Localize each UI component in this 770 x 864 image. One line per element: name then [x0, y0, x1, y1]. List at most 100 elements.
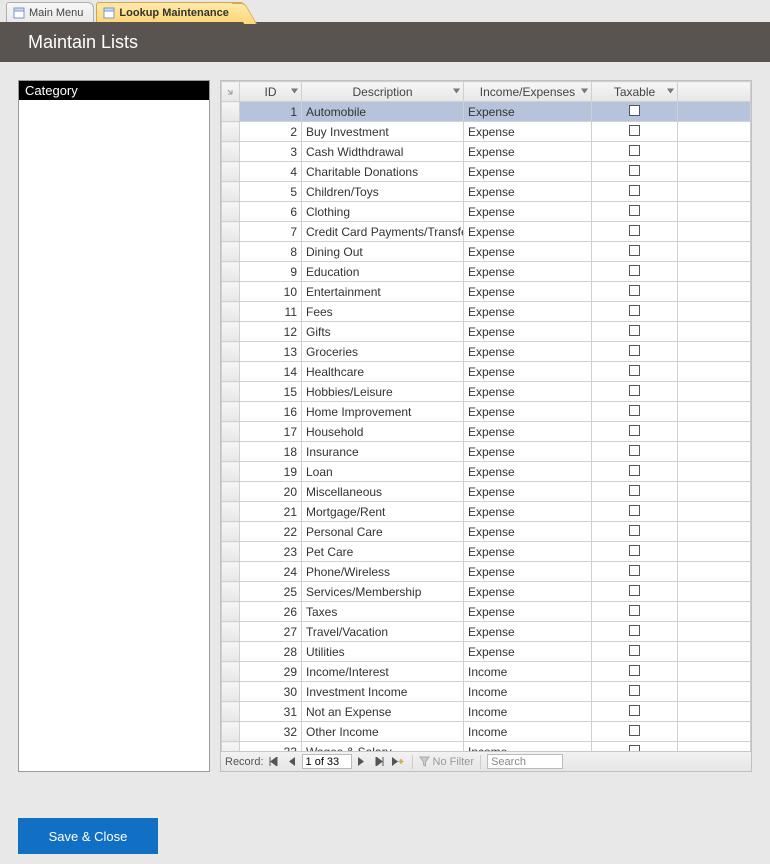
row-selector[interactable]	[222, 222, 240, 242]
column-header-income-expenses[interactable]: Income/Expenses	[464, 82, 592, 102]
table-row[interactable]: 2Buy InvestmentExpense	[222, 122, 751, 142]
row-selector[interactable]	[222, 662, 240, 682]
cell-id[interactable]: 10	[240, 282, 302, 302]
table-row[interactable]: 1AutomobileExpense	[222, 102, 751, 122]
cell-description[interactable]: Utilities	[302, 642, 464, 662]
cell-description[interactable]: Fees	[302, 302, 464, 322]
cell-taxable[interactable]	[592, 682, 678, 702]
row-selector-header[interactable]	[222, 82, 240, 102]
cell-description[interactable]: Not an Expense	[302, 702, 464, 722]
nav-next-button[interactable]	[354, 754, 370, 770]
column-header-id[interactable]: ID	[240, 82, 302, 102]
table-row[interactable]: 14HealthcareExpense	[222, 362, 751, 382]
cell-taxable[interactable]	[592, 322, 678, 342]
cell-description[interactable]: Education	[302, 262, 464, 282]
cell-id[interactable]: 31	[240, 702, 302, 722]
checkbox[interactable]	[629, 725, 640, 736]
table-row[interactable]: 17HouseholdExpense	[222, 422, 751, 442]
cell-taxable[interactable]	[592, 202, 678, 222]
cell-id[interactable]: 7	[240, 222, 302, 242]
cell-id[interactable]: 17	[240, 422, 302, 442]
cell-description[interactable]: Home Improvement	[302, 402, 464, 422]
row-selector[interactable]	[222, 682, 240, 702]
cell-description[interactable]: Personal Care	[302, 522, 464, 542]
row-selector[interactable]	[222, 282, 240, 302]
table-row[interactable]: 26TaxesExpense	[222, 602, 751, 622]
row-selector[interactable]	[222, 502, 240, 522]
cell-income-expenses[interactable]: Expense	[464, 602, 592, 622]
cell-id[interactable]: 18	[240, 442, 302, 462]
checkbox[interactable]	[629, 685, 640, 696]
checkbox[interactable]	[629, 325, 640, 336]
cell-taxable[interactable]	[592, 142, 678, 162]
checkbox[interactable]	[629, 645, 640, 656]
table-row[interactable]: 18InsuranceExpense	[222, 442, 751, 462]
checkbox[interactable]	[629, 185, 640, 196]
cell-id[interactable]: 14	[240, 362, 302, 382]
cell-id[interactable]: 1	[240, 102, 302, 122]
cell-income-expenses[interactable]: Expense	[464, 102, 592, 122]
checkbox[interactable]	[629, 165, 640, 176]
cell-income-expenses[interactable]: Expense	[464, 362, 592, 382]
cell-taxable[interactable]	[592, 522, 678, 542]
save-close-button[interactable]: Save & Close	[18, 818, 158, 854]
category-list[interactable]: Category	[18, 80, 210, 772]
cell-description[interactable]: Dining Out	[302, 242, 464, 262]
cell-description[interactable]: Cash Widthdrawal	[302, 142, 464, 162]
cell-description[interactable]: Entertainment	[302, 282, 464, 302]
cell-id[interactable]: 19	[240, 462, 302, 482]
row-selector[interactable]	[222, 302, 240, 322]
cell-id[interactable]: 5	[240, 182, 302, 202]
cell-description[interactable]: Pet Care	[302, 542, 464, 562]
cell-id[interactable]: 4	[240, 162, 302, 182]
cell-description[interactable]: Automobile	[302, 102, 464, 122]
row-selector[interactable]	[222, 242, 240, 262]
table-row[interactable]: 21Mortgage/RentExpense	[222, 502, 751, 522]
cell-id[interactable]: 15	[240, 382, 302, 402]
cell-income-expenses[interactable]: Expense	[464, 582, 592, 602]
cell-income-expenses[interactable]: Expense	[464, 502, 592, 522]
cell-taxable[interactable]	[592, 122, 678, 142]
cell-income-expenses[interactable]: Expense	[464, 542, 592, 562]
cell-description[interactable]: Healthcare	[302, 362, 464, 382]
cell-income-expenses[interactable]: Expense	[464, 382, 592, 402]
table-row[interactable]: 13GroceriesExpense	[222, 342, 751, 362]
table-row[interactable]: 10EntertainmentExpense	[222, 282, 751, 302]
cell-taxable[interactable]	[592, 262, 678, 282]
table-row[interactable]: 8Dining OutExpense	[222, 242, 751, 262]
row-selector[interactable]	[222, 722, 240, 742]
cell-income-expenses[interactable]: Expense	[464, 622, 592, 642]
cell-description[interactable]: Loan	[302, 462, 464, 482]
row-selector[interactable]	[222, 402, 240, 422]
row-selector[interactable]	[222, 162, 240, 182]
table-row[interactable]: 31Not an ExpenseIncome	[222, 702, 751, 722]
row-selector[interactable]	[222, 742, 240, 752]
table-row[interactable]: 19LoanExpense	[222, 462, 751, 482]
cell-income-expenses[interactable]: Expense	[464, 442, 592, 462]
cell-id[interactable]: 27	[240, 622, 302, 642]
cell-taxable[interactable]	[592, 182, 678, 202]
cell-taxable[interactable]	[592, 442, 678, 462]
cell-description[interactable]: Clothing	[302, 202, 464, 222]
cell-id[interactable]: 9	[240, 262, 302, 282]
table-row[interactable]: 22Personal CareExpense	[222, 522, 751, 542]
checkbox[interactable]	[629, 145, 640, 156]
tab-lookup-maintenance[interactable]: Lookup Maintenance	[96, 2, 245, 22]
cell-id[interactable]: 25	[240, 582, 302, 602]
cell-taxable[interactable]	[592, 162, 678, 182]
cell-income-expenses[interactable]: Expense	[464, 122, 592, 142]
checkbox[interactable]	[629, 405, 640, 416]
cell-description[interactable]: Hobbies/Leisure	[302, 382, 464, 402]
table-row[interactable]: 33Wages & SalaryIncome	[222, 742, 751, 752]
row-selector[interactable]	[222, 702, 240, 722]
cell-income-expenses[interactable]: Expense	[464, 182, 592, 202]
cell-id[interactable]: 24	[240, 562, 302, 582]
table-row[interactable]: 23Pet CareExpense	[222, 542, 751, 562]
checkbox[interactable]	[629, 605, 640, 616]
data-grid[interactable]: ID Description Income/Expenses Taxa	[221, 81, 751, 751]
row-selector[interactable]	[222, 122, 240, 142]
cell-taxable[interactable]	[592, 702, 678, 722]
checkbox[interactable]	[629, 565, 640, 576]
cell-id[interactable]: 2	[240, 122, 302, 142]
filter-indicator[interactable]: No Filter	[419, 756, 475, 768]
